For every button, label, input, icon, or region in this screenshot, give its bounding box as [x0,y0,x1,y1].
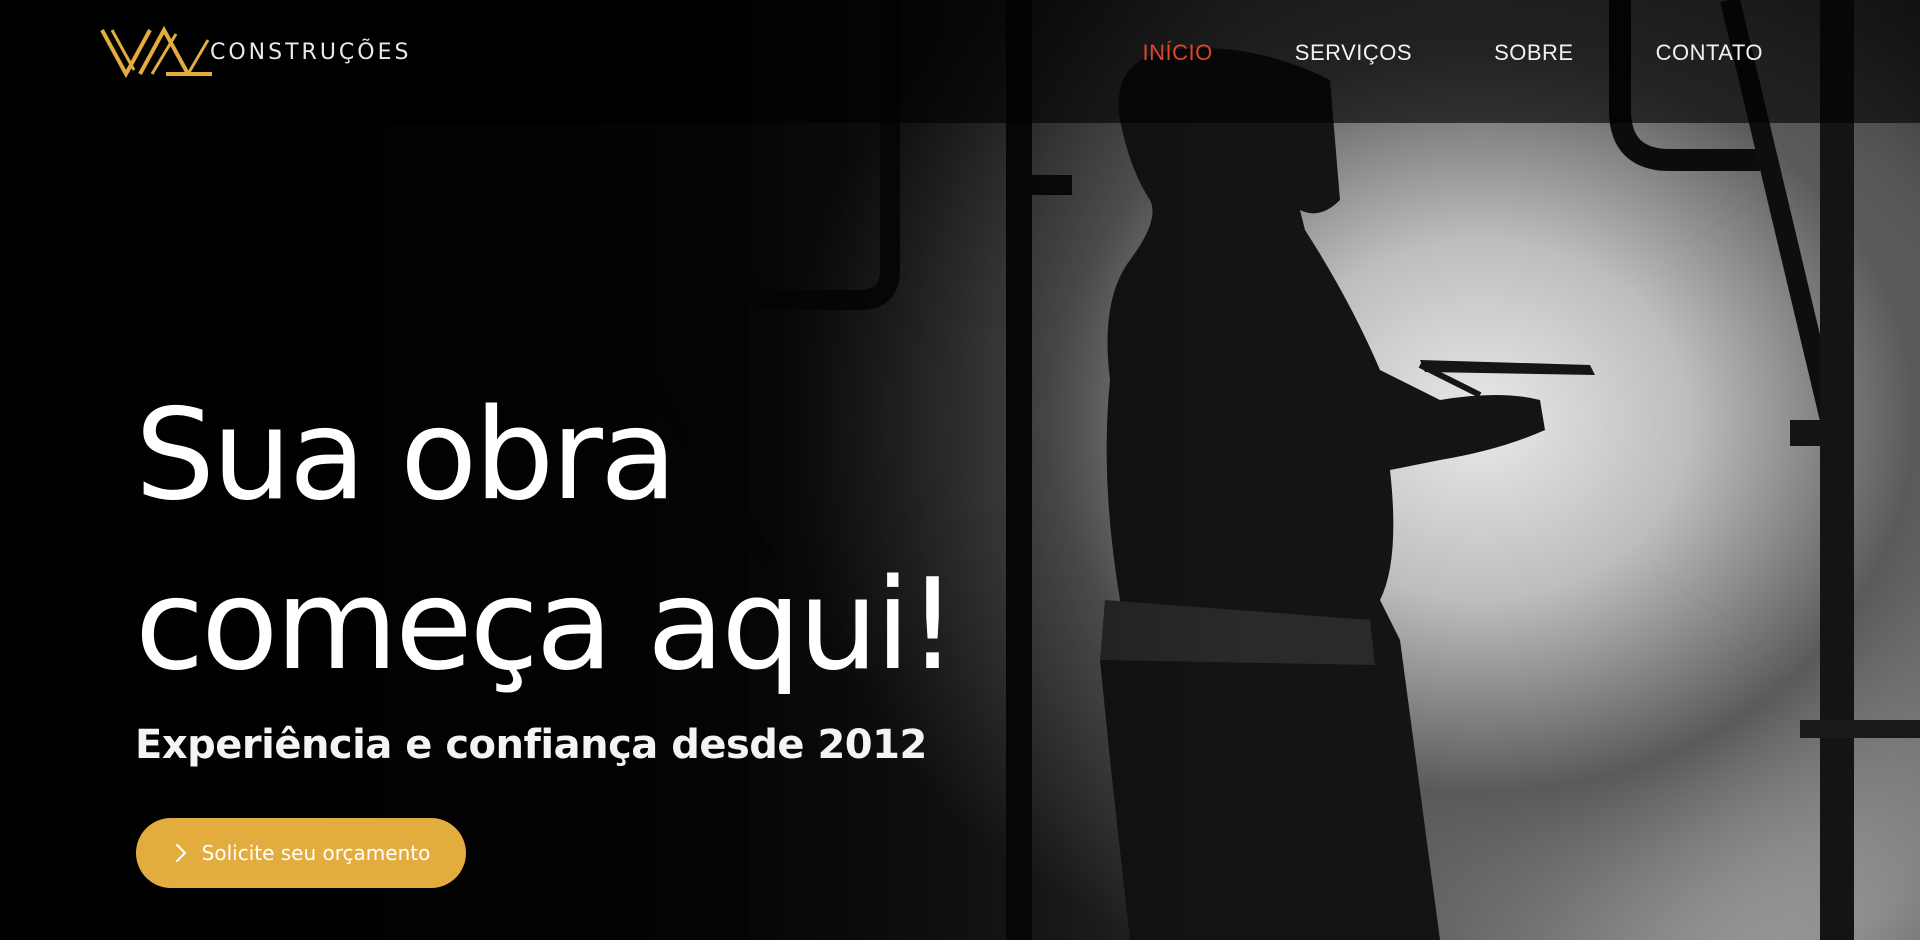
vm-logo-mark-icon [100,26,212,78]
nav-item-sobre[interactable]: SOBRE [1494,38,1574,68]
logo-text: CONSTRUÇÕES [210,39,412,65]
main-nav: INÍCIO SERVIÇOS SOBRE CONTATO [1061,38,1763,68]
nav-item-contato[interactable]: CONTATO [1656,38,1763,68]
top-navbar: CONSTRUÇÕES INÍCIO SERVIÇOS SOBRE CONTAT… [0,0,1920,123]
nav-item-inicio[interactable]: INÍCIO [1143,38,1213,68]
logo[interactable]: CONSTRUÇÕES [100,26,411,78]
request-quote-button[interactable]: Solicite seu orçamento [136,818,466,888]
hero-headline: Sua obra começa aqui! [135,370,958,710]
request-quote-label: Solicite seu orçamento [201,841,431,865]
hero-section: CONSTRUÇÕES INÍCIO SERVIÇOS SOBRE CONTAT… [0,0,1920,940]
hero-headline-line-1: Sua obra [135,381,677,528]
hero-headline-line-2: começa aqui! [135,551,958,698]
nav-item-servicos[interactable]: SERVIÇOS [1295,38,1412,68]
hero-subheadline: Experiência e confiança desde 2012 [135,722,927,768]
chevron-right-icon [175,844,186,862]
